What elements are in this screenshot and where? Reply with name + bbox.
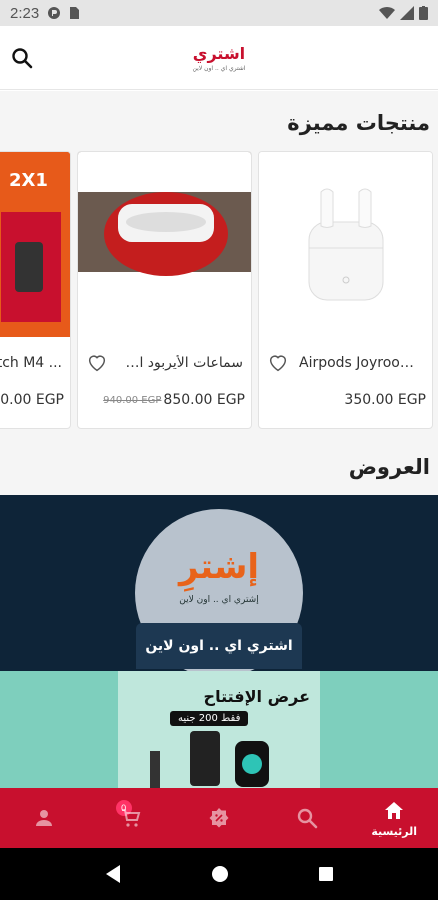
app-notification-icon (48, 7, 61, 19)
status-time: 2:23 (10, 4, 40, 22)
product-price-row: 380.00 EGP (0, 392, 64, 408)
battery-icon (419, 6, 428, 20)
banner-brand-text: إشترِ (178, 547, 260, 587)
recents-icon[interactable] (318, 866, 334, 882)
product-card[interactable]: Airpods Joyroom ... 350.00 EGP (258, 151, 433, 429)
banner-brand-subtitle: إشتري اي .. اون لاين (179, 595, 259, 605)
product-price: 350.00 EGP (344, 392, 426, 408)
product-name-row: Watch M4 ... (0, 348, 70, 378)
offers-section-title: العروض (348, 455, 430, 479)
signal-icon (400, 6, 414, 20)
logo-tagline: اشتري اي .. اون لاين (192, 64, 246, 72)
nav-search[interactable] (263, 788, 351, 848)
offer-banner[interactable]: عرض الإفتتاح فقط 200 جنيه (0, 671, 438, 788)
product-image (78, 152, 251, 337)
banner-tagline: اشتري اي .. اون لاين (136, 623, 302, 669)
brand-logo: اشتري اشتري اي .. اون لاين (193, 44, 246, 72)
promo-2x1-text: 2X1 (9, 170, 48, 191)
main-content[interactable]: منتجات مميزة Airpods Joyroom ... 350.00 … (0, 91, 438, 788)
product-price: 850.00 EGP (163, 392, 245, 408)
product-price-row: 350.00 EGP (265, 392, 426, 408)
nav-profile[interactable] (0, 788, 88, 848)
sd-card-icon (70, 7, 80, 19)
banner-products-image (150, 731, 269, 788)
product-name-row: سماعات الأيربود ال... (78, 348, 251, 378)
product-card[interactable]: 2X1 Watch M4 ... 380.00 EGP (0, 151, 71, 429)
system-navigation-bar (0, 848, 438, 900)
app-header: اشتري اشتري اي .. اون لاين (0, 26, 438, 90)
product-old-price: 940.00 EGP (103, 394, 162, 406)
product-image: 2X1 (0, 152, 70, 337)
product-name-row: Airpods Joyroom ... (259, 348, 432, 378)
nav-home[interactable]: الرئيسية (350, 788, 438, 848)
home-circle-icon[interactable] (211, 865, 229, 883)
profile-icon (35, 810, 52, 826)
product-price: 380.00 EGP (0, 392, 64, 408)
product-name: Watch M4 ... (0, 355, 62, 371)
discount-icon (209, 808, 229, 828)
status-bar: 2:23 (0, 0, 438, 26)
banner-offer-title: عرض الإفتتاح (203, 687, 310, 706)
product-price-row: 940.00 EGP 850.00 EGP (84, 392, 245, 408)
search-icon (297, 808, 317, 829)
product-card[interactable]: سماعات الأيربود ال... 940.00 EGP 850.00 … (77, 151, 252, 429)
featured-section-title: منتجات مميزة (287, 111, 430, 135)
product-name: Airpods Joyroom ... (299, 355, 424, 371)
product-image (259, 152, 432, 337)
offer-banner[interactable]: إشترِ إشتري اي .. اون لاين اشتري اي .. ا… (0, 495, 438, 677)
nav-cart[interactable]: 0 (88, 788, 176, 848)
product-name: سماعات الأيربود ال... (118, 355, 243, 371)
nav-offers[interactable] (175, 788, 263, 848)
nav-home-label: الرئيسية (371, 824, 418, 838)
cart-icon (122, 809, 141, 827)
home-icon (385, 801, 404, 819)
bottom-navigation: 0 الرئيسية (0, 788, 438, 848)
back-icon[interactable] (104, 864, 122, 884)
favorite-heart-icon[interactable] (86, 352, 108, 374)
logo-text: اشتري (192, 43, 246, 63)
wifi-icon (379, 6, 395, 20)
search-icon[interactable] (10, 46, 34, 70)
favorite-heart-icon[interactable] (267, 352, 289, 374)
